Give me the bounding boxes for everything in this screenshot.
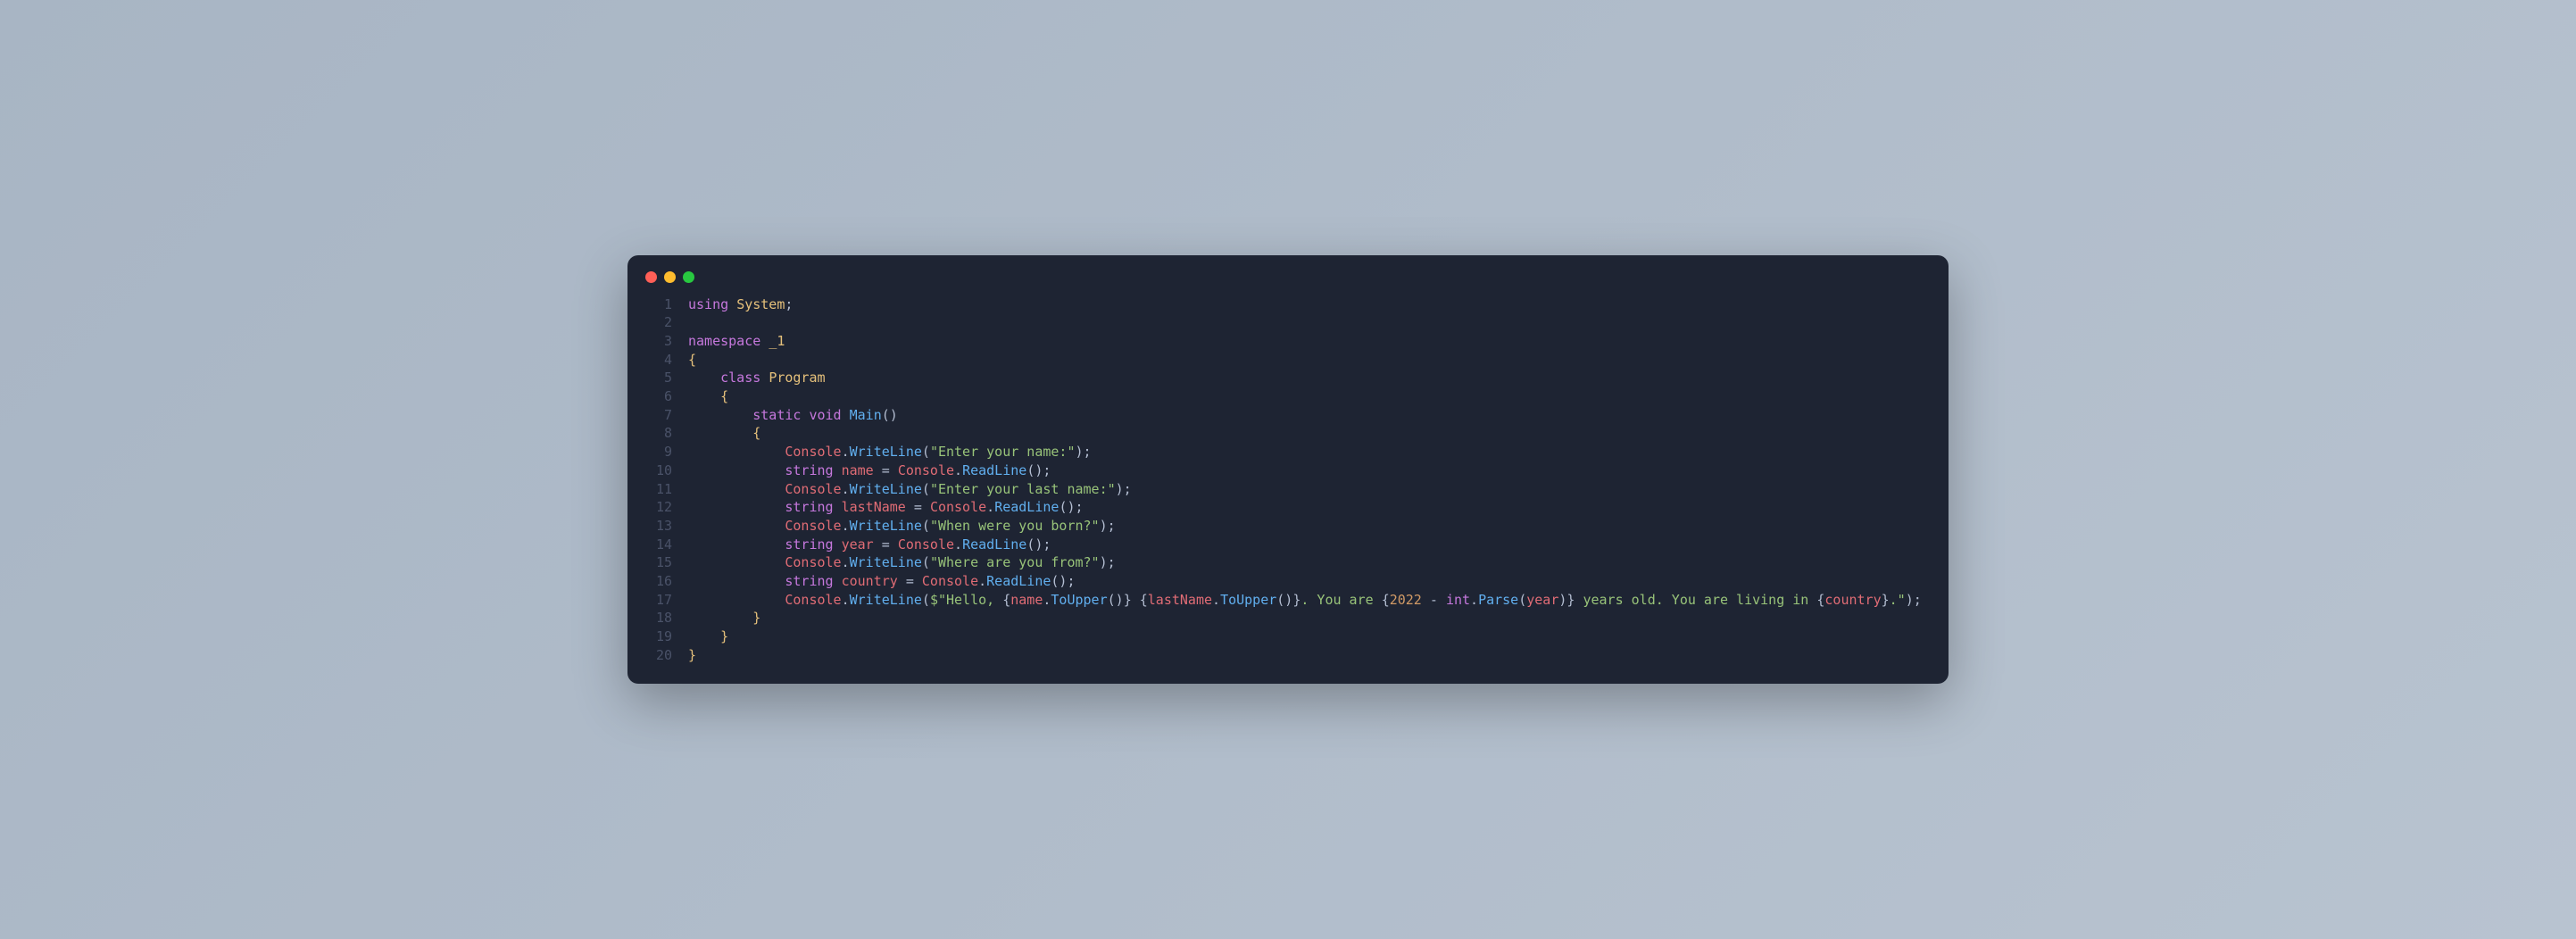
code-line[interactable]: 4{ bbox=[627, 351, 1949, 370]
code-line[interactable]: 12 string lastName = Console.ReadLine(); bbox=[627, 498, 1949, 517]
code-content[interactable]: Console.WriteLine("Enter your name:"); bbox=[688, 443, 1949, 461]
code-window: 1using System;23namespace _14{5 class Pr… bbox=[627, 255, 1949, 685]
line-number: 13 bbox=[627, 517, 688, 536]
code-line[interactable]: 5 class Program bbox=[627, 369, 1949, 387]
code-line[interactable]: 10 string name = Console.ReadLine(); bbox=[627, 461, 1949, 480]
line-number: 3 bbox=[627, 332, 688, 351]
code-content[interactable]: Console.WriteLine("Enter your last name:… bbox=[688, 480, 1949, 499]
code-line[interactable]: 19 } bbox=[627, 627, 1949, 646]
maximize-icon[interactable] bbox=[683, 271, 694, 283]
code-content[interactable]: { bbox=[688, 351, 1949, 370]
code-line[interactable]: 6 { bbox=[627, 387, 1949, 406]
line-number: 16 bbox=[627, 572, 688, 591]
line-number: 11 bbox=[627, 480, 688, 499]
code-content[interactable]: Console.WriteLine("Where are you from?")… bbox=[688, 553, 1949, 572]
code-content[interactable]: { bbox=[688, 387, 1949, 406]
code-line[interactable]: 11 Console.WriteLine("Enter your last na… bbox=[627, 480, 1949, 499]
line-number: 7 bbox=[627, 406, 688, 425]
code-content[interactable]: using System; bbox=[688, 295, 1949, 314]
line-number: 18 bbox=[627, 609, 688, 627]
code-content[interactable]: string lastName = Console.ReadLine(); bbox=[688, 498, 1949, 517]
code-content[interactable]: string year = Console.ReadLine(); bbox=[688, 536, 1949, 554]
code-content[interactable]: Console.WriteLine("When were you born?")… bbox=[688, 517, 1949, 536]
code-line[interactable]: 3namespace _1 bbox=[627, 332, 1949, 351]
code-editor[interactable]: 1using System;23namespace _14{5 class Pr… bbox=[627, 290, 1949, 685]
line-number: 19 bbox=[627, 627, 688, 646]
code-content[interactable]: } bbox=[688, 646, 1949, 665]
code-line[interactable]: 17 Console.WriteLine($"Hello, {name.ToUp… bbox=[627, 591, 1949, 610]
line-number: 20 bbox=[627, 646, 688, 665]
line-number: 6 bbox=[627, 387, 688, 406]
minimize-icon[interactable] bbox=[664, 271, 676, 283]
line-number: 17 bbox=[627, 591, 688, 610]
code-content[interactable]: { bbox=[688, 424, 1949, 443]
line-number: 2 bbox=[627, 313, 688, 332]
code-line[interactable]: 20} bbox=[627, 646, 1949, 665]
code-content[interactable]: } bbox=[688, 627, 1949, 646]
line-number: 9 bbox=[627, 443, 688, 461]
code-content[interactable]: namespace _1 bbox=[688, 332, 1949, 351]
code-content[interactable]: Console.WriteLine($"Hello, {name.ToUpper… bbox=[688, 591, 1949, 610]
line-number: 4 bbox=[627, 351, 688, 370]
code-line[interactable]: 13 Console.WriteLine("When were you born… bbox=[627, 517, 1949, 536]
line-number: 1 bbox=[627, 295, 688, 314]
line-number: 15 bbox=[627, 553, 688, 572]
code-line[interactable]: 16 string country = Console.ReadLine(); bbox=[627, 572, 1949, 591]
code-line[interactable]: 14 string year = Console.ReadLine(); bbox=[627, 536, 1949, 554]
code-line[interactable]: 2 bbox=[627, 313, 1949, 332]
code-content[interactable] bbox=[688, 313, 1949, 332]
code-line[interactable]: 8 { bbox=[627, 424, 1949, 443]
code-line[interactable]: 1using System; bbox=[627, 295, 1949, 314]
close-icon[interactable] bbox=[645, 271, 657, 283]
code-content[interactable]: static void Main() bbox=[688, 406, 1949, 425]
line-number: 14 bbox=[627, 536, 688, 554]
code-content[interactable]: } bbox=[688, 609, 1949, 627]
code-content[interactable]: string country = Console.ReadLine(); bbox=[688, 572, 1949, 591]
code-line[interactable]: 7 static void Main() bbox=[627, 406, 1949, 425]
titlebar bbox=[627, 255, 1949, 290]
line-number: 10 bbox=[627, 461, 688, 480]
line-number: 5 bbox=[627, 369, 688, 387]
code-line[interactable]: 15 Console.WriteLine("Where are you from… bbox=[627, 553, 1949, 572]
code-line[interactable]: 18 } bbox=[627, 609, 1949, 627]
line-number: 8 bbox=[627, 424, 688, 443]
code-content[interactable]: class Program bbox=[688, 369, 1949, 387]
code-content[interactable]: string name = Console.ReadLine(); bbox=[688, 461, 1949, 480]
line-number: 12 bbox=[627, 498, 688, 517]
code-line[interactable]: 9 Console.WriteLine("Enter your name:"); bbox=[627, 443, 1949, 461]
